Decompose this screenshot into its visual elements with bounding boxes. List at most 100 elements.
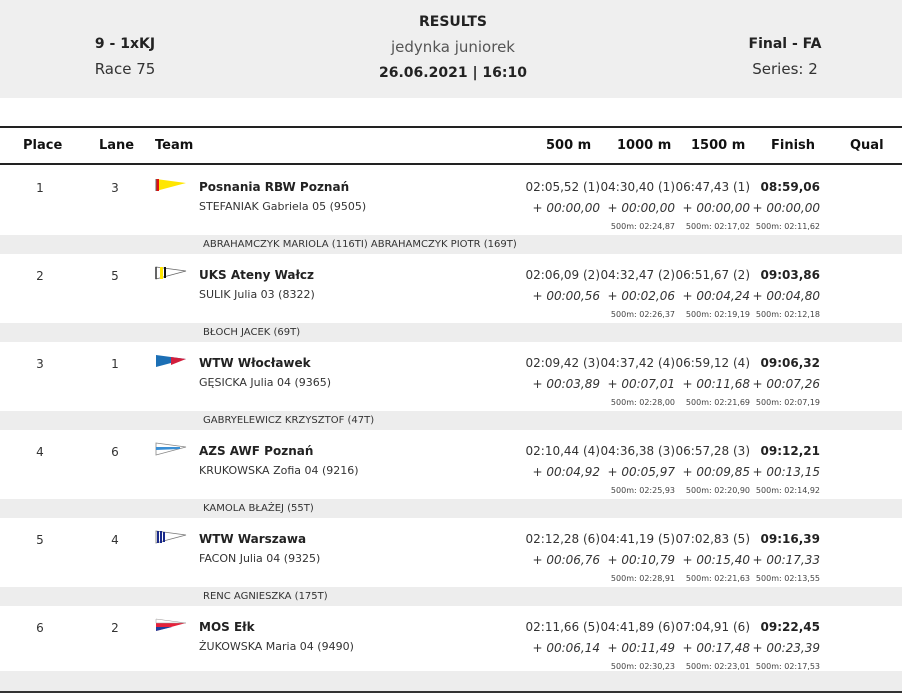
finish-time: 09:12,21	[760, 444, 820, 458]
race-number: Race 75	[94, 60, 156, 78]
place: 4	[36, 445, 44, 459]
table-row: 1 3 Posnania RBW Poznań STEFANIAK Gabrie…	[0, 166, 902, 254]
diff-500: + 00:06,76	[532, 553, 600, 567]
pace-finish: 500m: 02:11,62	[755, 222, 820, 231]
diff-500: + 00:00,00	[532, 201, 600, 215]
athlete-name: FACON Julia 04 (9325)	[199, 552, 321, 565]
diff-1500: + 00:11,68	[682, 377, 750, 391]
diff-1500: + 00:00,00	[682, 201, 750, 215]
pace-1000: 500m: 02:28,00	[610, 398, 675, 407]
coach-names: ABRAHAMCZYK MARIOLA (116TI) ABRAHAMCZYK …	[203, 239, 517, 250]
club-name: Posnania RBW Poznań	[199, 180, 350, 194]
place: 3	[36, 357, 44, 371]
coach-row: GABRYELEWICZ KRZYSZTOF (47T)	[0, 411, 902, 430]
table-row: 6 2 MOS Ełk ŻUKOWSKA Maria 04 (9490) 02:…	[0, 606, 902, 671]
table-row: 2 5 UKS Ateny Wałcz SULIK Julia 03 (8322…	[0, 254, 902, 342]
diff-1000: + 00:07,01	[607, 377, 675, 391]
series: Series: 2	[752, 60, 818, 78]
club-name: WTW Włocławek	[199, 356, 311, 370]
pace-finish: 500m: 02:17,53	[755, 662, 820, 671]
flag-icon	[155, 179, 186, 191]
diff-500: + 00:06,14	[532, 641, 600, 655]
split-500: 02:05,52 (1)	[525, 180, 600, 194]
pace-1000: 500m: 02:28,91	[610, 574, 675, 583]
flag-icon	[155, 266, 187, 280]
pace-1000: 500m: 02:25,93	[610, 486, 675, 495]
split-1000: 04:36,38 (3)	[600, 444, 675, 458]
split-500: 02:09,42 (3)	[525, 356, 600, 370]
split-1500: 06:57,28 (3)	[675, 444, 750, 458]
finish-time: 09:06,32	[760, 356, 820, 370]
col-1500m: 1500 m	[691, 138, 746, 153]
pace-1500: 500m: 02:19,19	[685, 310, 750, 319]
club-name: MOS Ełk	[199, 620, 255, 634]
place: 1	[36, 181, 44, 195]
split-1000: 04:32,47 (2)	[600, 268, 675, 282]
split-1000: 04:30,40 (1)	[600, 180, 675, 194]
coach-row: BŁOCH JACEK (69T)	[0, 323, 902, 342]
athlete-name: SULIK Julia 03 (8322)	[199, 288, 315, 301]
page-title: RESULTS	[418, 14, 488, 30]
finish-time: 08:59,06	[760, 180, 820, 194]
diff-finish: + 00:13,15	[752, 465, 820, 479]
coach-names: KAMOLA BŁAŻEJ (55T)	[203, 503, 314, 514]
pace-1500: 500m: 02:21,63	[685, 574, 750, 583]
coach-names: BŁOCH JACEK (69T)	[203, 327, 301, 338]
lane: 4	[111, 533, 119, 547]
table-row: 4 6 AZS AWF Poznań KRUKOWSKA Zofia 04 (9…	[0, 430, 902, 518]
pace-1500: 500m: 02:17,02	[685, 222, 750, 231]
col-1000m: 1000 m	[617, 138, 672, 153]
coach-names: RENC AGNIESZKA (175T)	[203, 591, 328, 602]
col-500m: 500 m	[546, 138, 592, 153]
col-finish: Finish	[771, 138, 816, 153]
pace-finish: 500m: 02:12,18	[755, 310, 820, 319]
pace-1500: 500m: 02:20,90	[685, 486, 750, 495]
split-1000: 04:41,89 (6)	[600, 620, 675, 634]
coach-names: GABRYELEWICZ KRZYSZTOF (47T)	[203, 415, 375, 426]
pace-1500: 500m: 02:21,69	[685, 398, 750, 407]
coach-row	[0, 671, 902, 691]
phase: Final - FA	[748, 36, 822, 52]
coach-row: ABRAHAMCZYK MARIOLA (116TI) ABRAHAMCZYK …	[0, 235, 902, 254]
diff-1000: + 00:11,49	[607, 641, 675, 655]
diff-finish: + 00:04,80	[752, 289, 820, 303]
diff-1000: + 00:10,79	[607, 553, 675, 567]
pace-1000: 500m: 02:24,87	[610, 222, 675, 231]
pace-finish: 500m: 02:14,92	[755, 486, 820, 495]
race-datetime: 26.06.2021 | 16:10	[379, 65, 527, 81]
table-header: Place Lane Team 500 m 1000 m 1500 m Fini…	[0, 126, 902, 165]
place: 2	[36, 269, 44, 283]
diff-1000: + 00:00,00	[607, 201, 675, 215]
split-500: 02:06,09 (2)	[525, 268, 600, 282]
athlete-name: STEFANIAK Gabriela 05 (9505)	[199, 200, 367, 213]
col-qual: Qual	[850, 138, 884, 153]
place: 6	[36, 621, 44, 635]
pace-finish: 500m: 02:13,55	[755, 574, 820, 583]
diff-finish: + 00:07,26	[752, 377, 820, 391]
results-header: 9 - 1xKJ Race 75 RESULTS jedynka juniore…	[0, 0, 902, 98]
col-lane: Lane	[99, 138, 135, 153]
diff-1500: + 00:15,40	[682, 553, 750, 567]
flag-icon	[155, 442, 187, 456]
club-name: WTW Warszawa	[199, 532, 307, 546]
table-row: 5 4 WTW Warszawa FACON Julia 04 (9325) 0…	[0, 518, 902, 606]
club-name: AZS AWF Poznań	[199, 444, 314, 458]
split-1500: 06:59,12 (4)	[675, 356, 750, 370]
table-row: 3 1 WTW Włocławek GĘSICKA Julia 04 (9365…	[0, 342, 902, 430]
club-name: UKS Ateny Wałcz	[199, 268, 315, 282]
finish-time: 09:16,39	[760, 532, 820, 546]
col-team: Team	[155, 138, 194, 153]
athlete-name: KRUKOWSKA Zofia 04 (9216)	[199, 464, 359, 477]
finish-time: 09:22,45	[760, 620, 820, 634]
lane: 1	[111, 357, 119, 371]
event-name: jedynka juniorek	[391, 38, 515, 56]
diff-finish: + 00:17,33	[752, 553, 820, 567]
lane: 5	[111, 269, 119, 283]
diff-1000: + 00:02,06	[607, 289, 675, 303]
diff-500: + 00:00,56	[532, 289, 600, 303]
flag-icon	[156, 355, 186, 367]
flag-icon	[155, 530, 187, 544]
lane: 6	[111, 445, 119, 459]
pace-finish: 500m: 02:07,19	[755, 398, 820, 407]
place: 5	[36, 533, 44, 547]
